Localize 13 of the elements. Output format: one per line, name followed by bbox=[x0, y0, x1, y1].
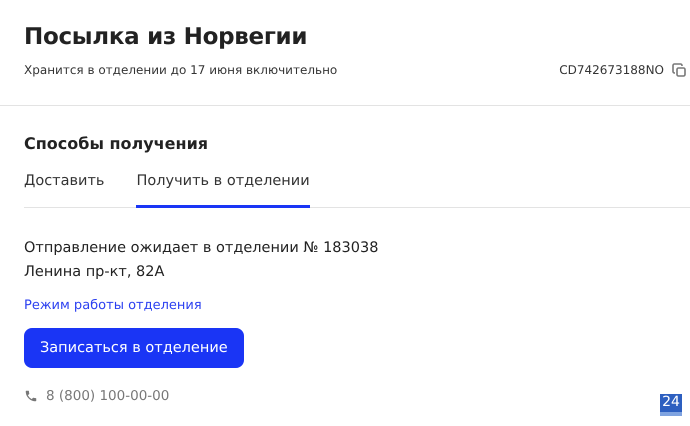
copy-icon[interactable] bbox=[672, 63, 686, 77]
book-button[interactable]: Записаться в отделение bbox=[24, 328, 244, 368]
tab[interactable]: Получить в отделении bbox=[136, 173, 310, 208]
hours-link[interactable]: Режим работы отделения bbox=[24, 298, 202, 313]
phone-number: 8 (800) 100-00-00 bbox=[46, 388, 170, 404]
storage-note: Хранится в отделении до 17 июня включительно bbox=[24, 63, 338, 77]
pickup-message: Отправление ожидает в отделении № 183038 Ленина пр-кт, 82А bbox=[24, 239, 380, 282]
phone-icon bbox=[24, 389, 38, 403]
parcel-title: Посылка из Норвегии bbox=[24, 24, 308, 50]
section-title: Способы получения bbox=[24, 134, 210, 153]
tracking-number: CD742673188NO bbox=[559, 63, 664, 77]
tab[interactable]: Доставить bbox=[24, 173, 104, 208]
chat-badge[interactable]: 24 bbox=[660, 394, 682, 416]
